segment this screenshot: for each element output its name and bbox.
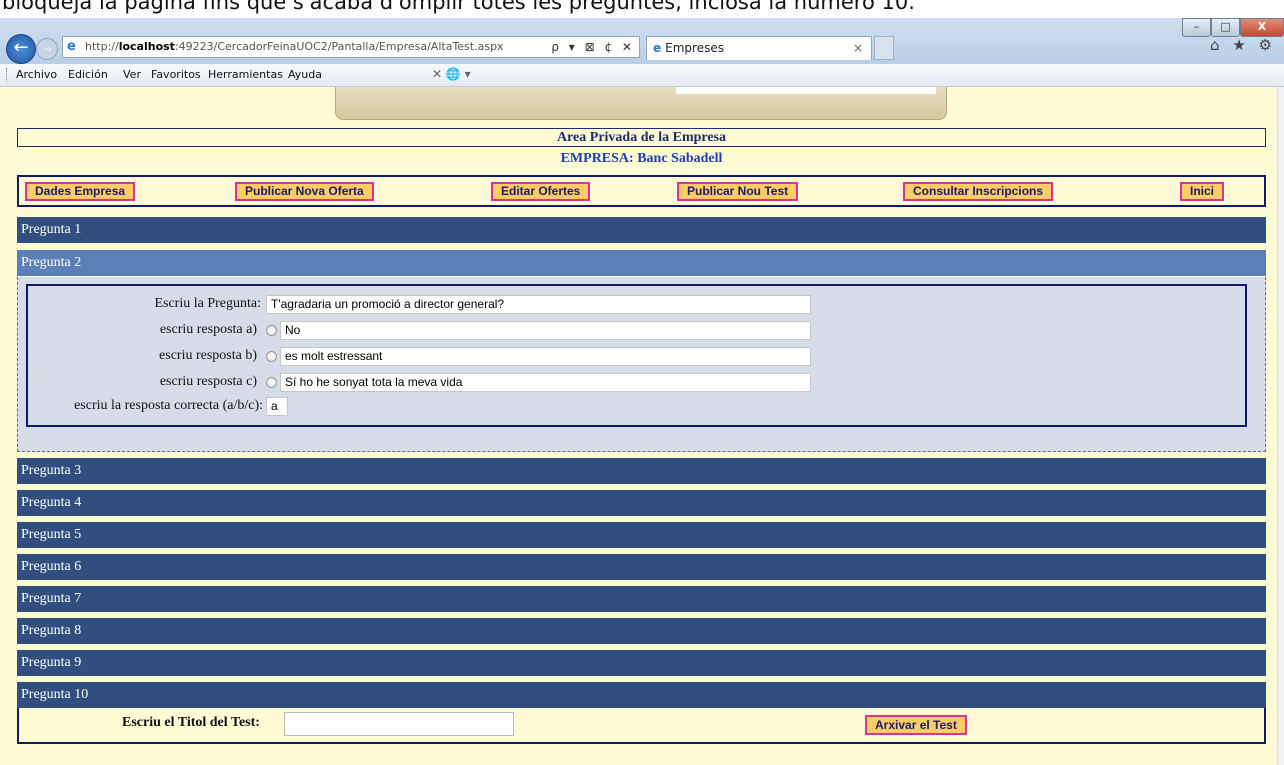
menu-item-archivo[interactable]: Archivo <box>16 68 57 81</box>
accordion-pregunta-6[interactable]: Pregunta 6 <box>17 554 1266 580</box>
caption-text: bloqueja la pàgina fins que s'acaba d'om… <box>2 0 915 14</box>
new-tab-button[interactable] <box>874 36 894 60</box>
correct-answer-input[interactable]: a <box>266 397 288 416</box>
page-title: Area Privada de la Empresa <box>17 128 1266 147</box>
accordion-pregunta-7[interactable]: Pregunta 7 <box>17 586 1266 612</box>
accordion-pregunta-5[interactable]: Pregunta 5 <box>17 522 1266 548</box>
address-tools[interactable]: ρ ▾ ⊠ ¢ ✕ <box>551 37 635 57</box>
accordion-pregunta-2[interactable]: Pregunta 2 <box>17 250 1266 276</box>
answer-c-input[interactable]: Sí ho he sonyat tota la meva vida <box>280 373 811 392</box>
nav-consultar-inscripcions-button[interactable]: Consultar Inscripcions <box>903 182 1054 201</box>
answer-b-row: escriu resposta b) es molt estressant <box>28 346 1249 366</box>
company-nav: Dades Empresa Publicar Nova Oferta Edita… <box>17 175 1266 207</box>
address-path: :49223/CercadorFeinaUOC2/Pantalla/Empres… <box>174 40 504 53</box>
answer-a-row: escriu resposta a) No <box>28 320 1249 340</box>
test-title-label: Escriu el Titol del Test: <box>122 715 260 730</box>
correct-answer-row: escriu la resposta correcta (a/b/c): a <box>28 396 1249 416</box>
menu-item-ver[interactable]: Ver <box>123 68 141 81</box>
answer-a-input[interactable]: No <box>280 321 811 340</box>
tab-ie-icon: e <box>653 41 662 55</box>
toolbar-icons[interactable]: ⌂ ★ ⚙ <box>1210 36 1276 54</box>
menu-item-ayuda[interactable]: Ayuda <box>288 68 322 81</box>
nav-dades-empresa-button[interactable]: Dades Empresa <box>25 182 136 201</box>
question-row: Escriu la Pregunta: T'agradaria un promo… <box>28 294 1249 314</box>
test-footer: Escriu el Titol del Test: Arxivar el Tes… <box>17 708 1266 744</box>
correct-answer-label: escriu la resposta correcta (a/b/c): <box>74 398 263 413</box>
tab-title: Empreses <box>665 41 724 55</box>
address-prefix: http:// <box>85 40 119 53</box>
nav-publicar-oferta-button[interactable]: Publicar Nova Oferta <box>235 182 374 201</box>
menu-item-edicion[interactable]: Edición <box>68 68 108 81</box>
company-name: EMPRESA: Banc Sabadell <box>560 151 723 166</box>
answer-c-row: escriu resposta c) Sí ho he sonyat tota … <box>28 372 1249 392</box>
menu-bar: Archivo Edición Ver Favoritos Herramient… <box>0 64 1284 87</box>
navigation-row: ← → e http://localhost:49223/CercadorFein… <box>0 32 1284 64</box>
question-2-panel: Escriu la Pregunta: T'agradaria un promo… <box>17 277 1266 452</box>
vertical-scrollbar[interactable] <box>1277 87 1284 765</box>
ie-logo-icon: e <box>67 39 76 54</box>
address-host: localhost <box>118 40 175 53</box>
answer-b-radio[interactable] <box>266 351 277 362</box>
menu-extra-icons[interactable]: ✕ 🌐 ▾ <box>432 67 471 81</box>
accordion-pregunta-10[interactable]: Pregunta 10 <box>17 682 1266 708</box>
nav-inici-button[interactable]: Inici <box>1180 182 1225 201</box>
tab-close-icon[interactable]: × <box>853 37 863 59</box>
question-form: Escriu la Pregunta: T'agradaria un promo… <box>26 284 1247 427</box>
answer-a-label: escriu resposta a) <box>159 322 257 337</box>
accordion-pregunta-3[interactable]: Pregunta 3 <box>17 458 1266 484</box>
browser-tab[interactable]: e Empreses × <box>646 36 872 60</box>
answer-b-label: escriu resposta b) <box>159 348 257 363</box>
nav-publicar-test-button[interactable]: Publicar Nou Test <box>677 182 799 201</box>
forward-arrow-icon[interactable]: → <box>36 38 58 60</box>
archive-test-button[interactable]: Arxivar el Test <box>865 715 967 735</box>
back-arrow-icon[interactable]: ← <box>6 34 36 64</box>
answer-c-label: escriu resposta c) <box>159 374 257 389</box>
question-label: Escriu la Pregunta: <box>154 296 261 311</box>
question-input[interactable]: T'agradaria un promoció a director gener… <box>266 295 811 314</box>
answer-c-radio[interactable] <box>266 377 277 388</box>
answer-b-input[interactable]: es molt estressant <box>280 347 811 366</box>
browser-chrome: – □ X ← → e http://localhost:49223/Cercad… <box>0 18 1284 64</box>
accordion-pregunta-9[interactable]: Pregunta 9 <box>17 650 1266 676</box>
header-banner <box>335 87 947 120</box>
page-content: Area Privada de la Empresa EMPRESA: Banc… <box>0 87 1278 765</box>
menu-item-favoritos[interactable]: Favoritos <box>151 68 201 81</box>
accordion-pregunta-4[interactable]: Pregunta 4 <box>17 490 1266 516</box>
address-bar[interactable]: e http://localhost:49223/CercadorFeinaUOC… <box>62 36 640 58</box>
menu-item-herramientas[interactable]: Herramientas <box>208 68 283 81</box>
answer-a-radio[interactable] <box>266 325 277 336</box>
test-title-input[interactable] <box>284 712 514 736</box>
menu-grip <box>6 68 9 82</box>
nav-editar-ofertes-button[interactable]: Editar Ofertes <box>491 182 591 201</box>
accordion-pregunta-1[interactable]: Pregunta 1 <box>17 217 1266 243</box>
accordion-pregunta-8[interactable]: Pregunta 8 <box>17 618 1266 644</box>
header-banner-inner <box>676 87 936 94</box>
